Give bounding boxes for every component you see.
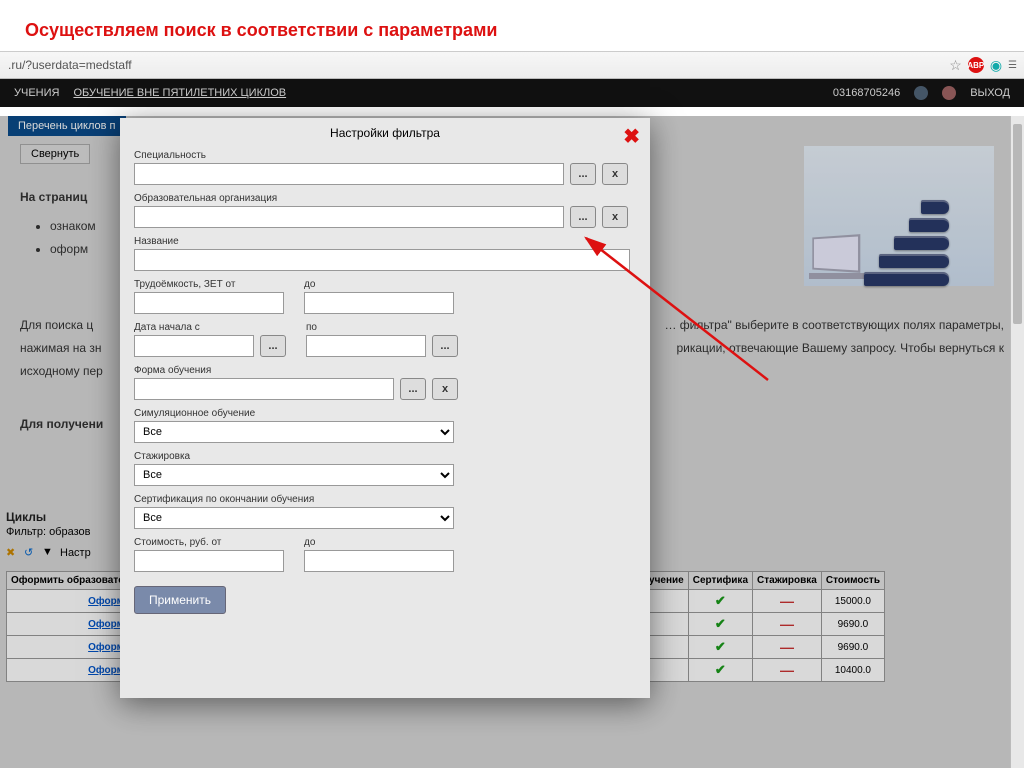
cert-select[interactable]: Все	[134, 507, 454, 529]
picker-button[interactable]: ...	[260, 335, 286, 357]
field-label-sim: Симуляционное обучение	[134, 408, 636, 419]
clear-button[interactable]: x	[602, 206, 628, 228]
field-label-cost-to: до	[304, 537, 454, 548]
apply-button[interactable]: Применить	[134, 586, 226, 614]
intern-select[interactable]: Все	[134, 464, 454, 486]
close-icon[interactable]: ✖	[623, 124, 640, 149]
browser-address-bar: .ru/?userdata=medstaff ☆ ABP ◉ ☰	[0, 51, 1024, 79]
url-text: .ru/?userdata=medstaff	[8, 58, 949, 72]
extension-icon[interactable]: ◉	[990, 57, 1002, 74]
field-label-intern: Стажировка	[134, 451, 636, 462]
slide-title: Осуществляем поиск в соответствии с пара…	[0, 0, 1024, 51]
name-input[interactable]	[134, 249, 630, 271]
field-label-zet-to: до	[304, 279, 454, 290]
date-to-input[interactable]	[306, 335, 426, 357]
field-label-zet-from: Трудоёмкость, ЗЕТ от	[134, 279, 284, 290]
adblock-icon[interactable]: ABP	[968, 57, 984, 73]
avatar-icon[interactable]	[914, 86, 928, 100]
org-input[interactable]	[134, 206, 564, 228]
field-label-date-to: по	[306, 322, 458, 333]
field-label-specialty: Специальность	[134, 150, 636, 161]
clear-button[interactable]: x	[602, 163, 628, 185]
browser-extensions: ☆ ABP ◉ ☰	[949, 57, 1016, 74]
modal-title: Настройки фильтра	[330, 126, 440, 140]
picker-button[interactable]: ...	[432, 335, 458, 357]
cost-from-input[interactable]	[134, 550, 284, 572]
picker-button[interactable]: ...	[400, 378, 426, 400]
field-label-cert: Сертификация по окончании обучения	[134, 494, 636, 505]
field-label-date-from: Дата начала с	[134, 322, 286, 333]
browser-menu-icon[interactable]: ☰	[1008, 60, 1016, 71]
nav-item[interactable]: ОБУЧЕНИЕ ВНЕ ПЯТИЛЕТНИХ ЦИКЛОВ	[73, 87, 286, 99]
field-label-name: Название	[134, 236, 636, 247]
form-input[interactable]	[134, 378, 394, 400]
zet-from-input[interactable]	[134, 292, 284, 314]
user-id: 03168705246	[833, 87, 900, 99]
nav-item[interactable]: УЧЕНИЯ	[14, 87, 59, 99]
modal-header: Настройки фильтра ✖	[120, 118, 650, 150]
title-text: Осуществляем поиск в соответствии с пара…	[25, 20, 999, 41]
specialty-input[interactable]	[134, 163, 564, 185]
zet-to-input[interactable]	[304, 292, 454, 314]
field-label-cost-from: Стоимость, руб. от	[134, 537, 284, 548]
picker-button[interactable]: ...	[570, 163, 596, 185]
cost-to-input[interactable]	[304, 550, 454, 572]
site-top-nav: УЧЕНИЯ ОБУЧЕНИЕ ВНЕ ПЯТИЛЕТНИХ ЦИКЛОВ 03…	[0, 79, 1024, 107]
date-from-input[interactable]	[134, 335, 254, 357]
field-label-org: Образовательная организация	[134, 193, 636, 204]
field-label-form: Форма обучения	[134, 365, 636, 376]
avatar-icon[interactable]	[942, 86, 956, 100]
exit-link[interactable]: ВЫХОД	[970, 87, 1010, 99]
bookmark-icon[interactable]: ☆	[949, 57, 962, 74]
filter-settings-modal: Настройки фильтра ✖ Специальность ... x …	[120, 118, 650, 698]
picker-button[interactable]: ...	[570, 206, 596, 228]
clear-button[interactable]: x	[432, 378, 458, 400]
scrollbar[interactable]	[1010, 116, 1024, 768]
sim-select[interactable]: Все	[134, 421, 454, 443]
